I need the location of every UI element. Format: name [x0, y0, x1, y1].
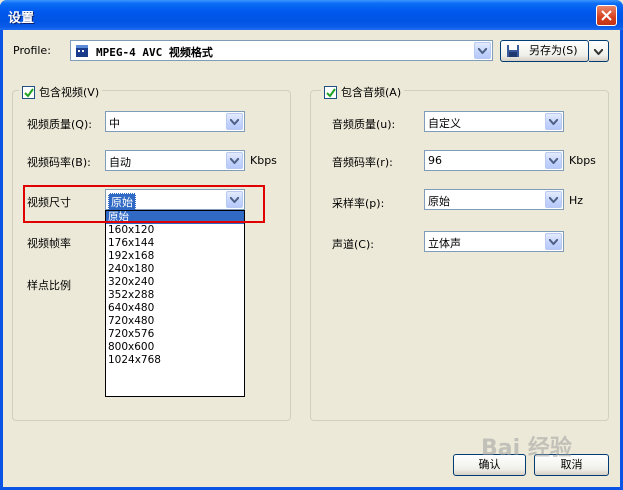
channels-select[interactable]: 立体声	[424, 231, 564, 252]
highlight-annotation	[23, 185, 265, 223]
audio-group-title[interactable]: 包含音频(A)	[321, 84, 405, 100]
chevron-down-icon[interactable]	[545, 152, 562, 169]
include-audio-checkbox[interactable]	[324, 85, 337, 99]
sample-rate-label: 采样率(p):	[332, 197, 385, 210]
profile-label: Profile:	[13, 44, 51, 57]
video-size-option[interactable]: 720x480	[106, 315, 244, 328]
video-size-option[interactable]: 640x480	[106, 302, 244, 315]
audio-quality-label: 音频质量(u):	[332, 118, 396, 131]
video-bitrate-select[interactable]: 自动	[105, 150, 245, 171]
save-as-button[interactable]: 另存为(S)	[500, 40, 589, 62]
chevron-down-icon[interactable]	[545, 191, 562, 208]
chevron-down-icon[interactable]	[474, 42, 491, 59]
video-bitrate-label: 视频码率(B):	[27, 156, 91, 169]
video-quality-label: 视频质量(Q):	[27, 118, 92, 131]
aspect-ratio-label: 样点比例	[27, 279, 71, 292]
video-size-option[interactable]: 176x144	[106, 237, 244, 250]
profile-value: MPEG-4 AVC 视频格式	[96, 46, 213, 59]
chevron-down-icon	[594, 49, 603, 55]
audio-quality-select[interactable]: 自定义	[424, 111, 564, 132]
checkmark-icon	[326, 87, 336, 98]
audio-bitrate-value: 96	[428, 154, 442, 167]
audio-bitrate-label: 音频码率(r):	[332, 156, 393, 169]
dialog-body: Profile: MPEG-4 AVC 视频格式 另存为(S) 包含视频(V) …	[3, 30, 620, 487]
video-bitrate-value: 自动	[109, 156, 131, 169]
save-as-dropdown-button[interactable]	[589, 40, 609, 62]
audio-quality-value: 自定义	[428, 117, 461, 130]
channels-value: 立体声	[428, 237, 461, 250]
chevron-down-icon[interactable]	[545, 233, 562, 250]
video-size-option[interactable]: 320x240	[106, 276, 244, 289]
video-framerate-label: 视频帧率	[27, 237, 71, 250]
video-size-option[interactable]: 192x168	[106, 250, 244, 263]
sample-rate-select[interactable]: 原始	[424, 189, 564, 210]
video-size-option[interactable]: 160x120	[106, 224, 244, 237]
window-title: 设置	[8, 11, 35, 26]
video-size-dropdown-list[interactable]: 原始 160x120 176x144 192x168 240x180 320x240 352…	[105, 210, 245, 397]
sample-rate-value: 原始	[428, 195, 450, 208]
title-bar[interactable]: 设置	[0, 0, 623, 30]
channels-label: 声道(C):	[332, 238, 374, 251]
sample-rate-unit: Hz	[569, 194, 584, 207]
close-button[interactable]	[596, 5, 617, 26]
include-video-label: 包含视频(V)	[39, 86, 100, 99]
audio-group	[310, 90, 609, 421]
video-format-icon	[75, 44, 89, 58]
chevron-down-icon[interactable]	[226, 152, 243, 169]
checkmark-icon	[24, 87, 34, 98]
chevron-down-icon[interactable]	[545, 113, 562, 130]
include-video-checkbox[interactable]	[22, 85, 35, 99]
video-group-title[interactable]: 包含视频(V)	[19, 84, 103, 100]
save-as-label: 另存为(S)	[529, 44, 578, 57]
include-audio-label: 包含音频(A)	[341, 86, 402, 99]
audio-bitrate-unit: Kbps	[569, 154, 596, 167]
video-size-option[interactable]: 1024x768	[106, 354, 244, 367]
video-quality-select[interactable]: 中	[105, 111, 245, 132]
video-size-option[interactable]: 352x288	[106, 289, 244, 302]
chevron-down-icon[interactable]	[226, 113, 243, 130]
settings-window: 设置 Profile: MPEG-4 AVC 视频格式 另存为(S) 包含视频(…	[0, 0, 623, 490]
video-quality-value: 中	[109, 117, 120, 130]
video-size-option[interactable]: 240x180	[106, 263, 244, 276]
profile-select[interactable]: MPEG-4 AVC 视频格式	[70, 40, 493, 61]
video-size-option[interactable]: 800x600	[106, 341, 244, 354]
video-size-option[interactable]: 720x576	[106, 328, 244, 341]
watermark: Bai 经验	[481, 436, 572, 461]
audio-bitrate-select[interactable]: 96	[424, 150, 564, 171]
floppy-disk-icon	[506, 44, 520, 65]
video-bitrate-unit: Kbps	[250, 154, 277, 167]
close-icon	[601, 10, 612, 21]
